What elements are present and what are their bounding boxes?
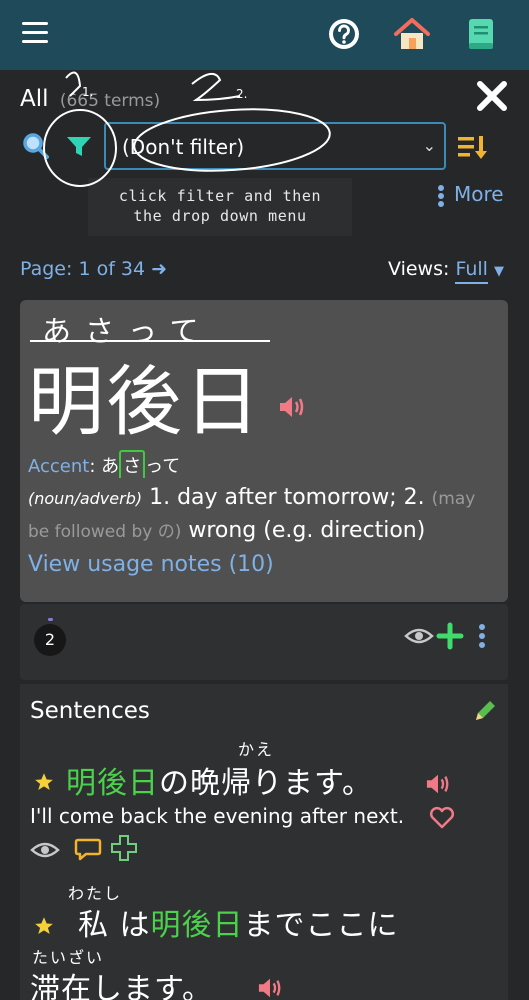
- accent-label[interactable]: Accent: [28, 456, 89, 477]
- home-icon[interactable]: [392, 16, 432, 52]
- accent-box: さ: [119, 450, 146, 478]
- terms-header: All (665 terms): [20, 86, 160, 112]
- pencil-icon[interactable]: [472, 698, 498, 724]
- sentence-japanese: 明後日の晩帰ります。: [66, 758, 373, 802]
- search-icon[interactable]: [22, 132, 50, 160]
- filter-tooltip: click filter and then the drop down menu: [88, 178, 352, 236]
- annotation-label-2: 2.: [236, 87, 247, 101]
- heart-icon[interactable]: [428, 806, 456, 830]
- term-definition: (noun/adverb) 1. day after tomorrow; 2. …: [28, 482, 498, 548]
- accent-kana: って: [145, 456, 181, 477]
- views-dropdown[interactable]: Full: [455, 258, 488, 284]
- speaker-icon[interactable]: [256, 976, 284, 1000]
- views-label: Views:: [388, 258, 450, 280]
- pagination: Page: 1 of 34 ➜: [20, 258, 167, 280]
- tooltip-line: the drop down menu: [133, 207, 307, 225]
- help-circle-icon[interactable]: [326, 16, 362, 52]
- star-icon[interactable]: [32, 770, 56, 794]
- more-button[interactable]: More: [438, 182, 504, 210]
- views-selector: Views: Full ▼: [388, 258, 504, 284]
- sentence-japanese: 私 は明後日までここに: [78, 900, 399, 944]
- chevron-down-icon: ⌄: [422, 136, 436, 155]
- comment-icon[interactable]: [74, 836, 102, 862]
- sentence-furigana: かえ: [238, 740, 275, 759]
- filter-dropdown[interactable]: (Don't filter) ⌄: [104, 122, 446, 170]
- sentence-pre: 私 は: [78, 908, 151, 943]
- definition-text: 1. day after tomorrow; 2.: [149, 485, 425, 510]
- definition-text: wrong (e.g. direction): [188, 518, 426, 543]
- accent-kana: あ: [101, 456, 120, 477]
- sentences-title: Sentences: [30, 698, 150, 724]
- kebab-icon: [438, 183, 446, 209]
- add-icon[interactable]: [436, 622, 464, 650]
- tooltip-line: click filter and then: [118, 187, 322, 205]
- sentence-highlight: 明後日: [150, 908, 244, 943]
- eye-icon[interactable]: [404, 626, 434, 646]
- pitch-accent: Accent: あさって: [28, 450, 180, 478]
- sentence-rest: までここに: [243, 908, 399, 943]
- more-label: More: [454, 182, 504, 206]
- page-title: All: [20, 86, 49, 112]
- kebab-menu-icon[interactable]: [478, 622, 486, 650]
- review-count-badge: 2: [34, 624, 66, 656]
- term-count: (665 terms): [59, 91, 161, 111]
- sentences-panel: Sentences かえ 明後日の晩帰ります。 I'll come back t…: [20, 684, 508, 1000]
- eye-icon[interactable]: [30, 840, 60, 860]
- term-kanji: 明後日: [28, 357, 262, 446]
- term-stats-row: 2: [20, 604, 508, 680]
- speaker-icon[interactable]: [424, 772, 452, 796]
- handwritten-mark: [191, 73, 241, 102]
- hamburger-menu-icon[interactable]: [22, 22, 48, 44]
- sentence-japanese: 滞在します。: [30, 972, 213, 1000]
- usage-notes-link[interactable]: View usage notes (10): [28, 552, 274, 577]
- sentence-english: I'll come back the evening after next.: [30, 804, 405, 828]
- term-card: あさって 明後日 Accent: あさって (noun/adverb) 1. d…: [20, 300, 508, 602]
- sort-icon[interactable]: [456, 133, 490, 161]
- add-outline-icon[interactable]: [110, 834, 138, 862]
- filter-selected-value: (Don't filter): [122, 135, 245, 159]
- star-icon[interactable]: [32, 914, 56, 938]
- sentence-rest: の晩帰ります。: [159, 766, 373, 801]
- filter-icon[interactable]: [64, 134, 94, 160]
- next-page-arrow-icon[interactable]: ➜: [151, 258, 167, 280]
- sentence-highlight: 明後日: [66, 766, 159, 801]
- speaker-icon[interactable]: [278, 394, 306, 420]
- progress-dot: [48, 618, 53, 621]
- close-icon[interactable]: [474, 78, 510, 114]
- part-of-speech: (noun/adverb): [28, 489, 143, 508]
- accent-colon: :: [89, 456, 102, 477]
- book-icon[interactable]: [466, 16, 496, 52]
- app-top-bar: [0, 0, 529, 70]
- page-indicator: Page: 1 of 34: [20, 258, 146, 280]
- caret-down-icon[interactable]: ▼: [494, 264, 504, 279]
